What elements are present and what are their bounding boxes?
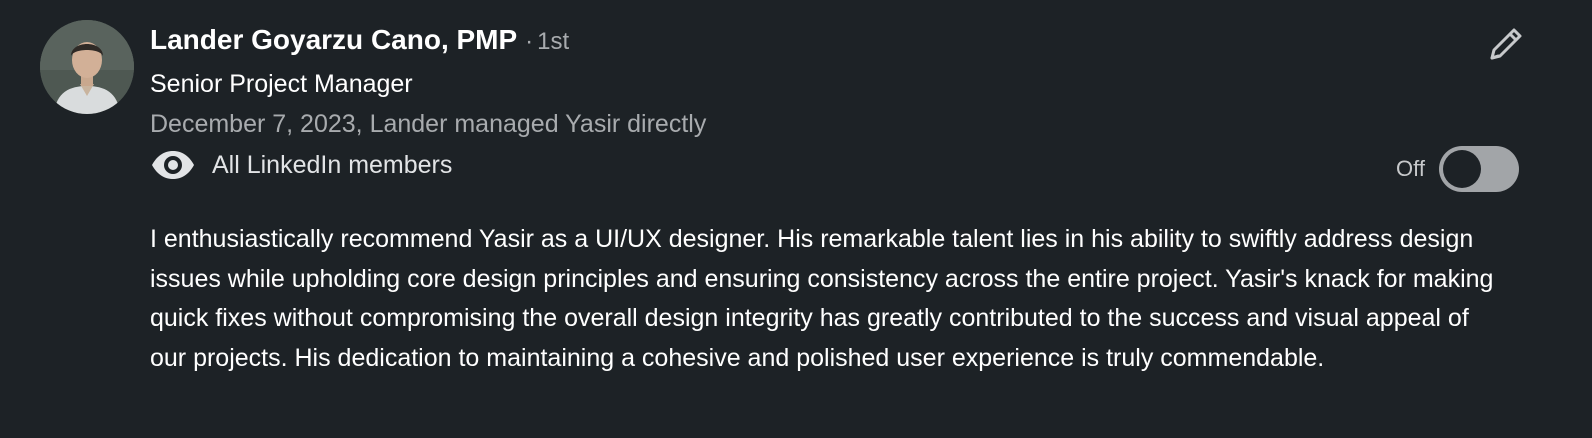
profile-photo: [40, 20, 134, 114]
recommendation-meta: December 7, 2023, Lander managed Yasir d…: [150, 110, 707, 138]
toggle-knob: [1442, 150, 1481, 188]
visibility-toggle[interactable]: [1438, 146, 1519, 192]
recommendation-card: Lander Goyarzu Cano, PMP · 1st Senior Pro…: [0, 0, 1592, 438]
recommendation-text: I enthusiastically recommend Yasir as a …: [150, 225, 1494, 372]
recommender-headline: Senior Project Manager: [150, 70, 413, 98]
connection-degree: · 1st: [525, 28, 569, 56]
recommender-name[interactable]: Lander Goyarzu Cano, PMP: [150, 24, 517, 56]
visibility-toggle-group: Off: [1396, 146, 1519, 192]
toggle-state-label: Off: [1396, 156, 1425, 181]
pencil-icon[interactable]: [1484, 24, 1526, 66]
eye-icon: [152, 151, 194, 179]
degree-label: 1st: [537, 28, 570, 55]
degree-separator: ·: [525, 28, 534, 55]
visibility-label: All LinkedIn members: [212, 150, 453, 179]
avatar[interactable]: [40, 20, 134, 114]
visibility-row: All LinkedIn members: [150, 150, 452, 180]
